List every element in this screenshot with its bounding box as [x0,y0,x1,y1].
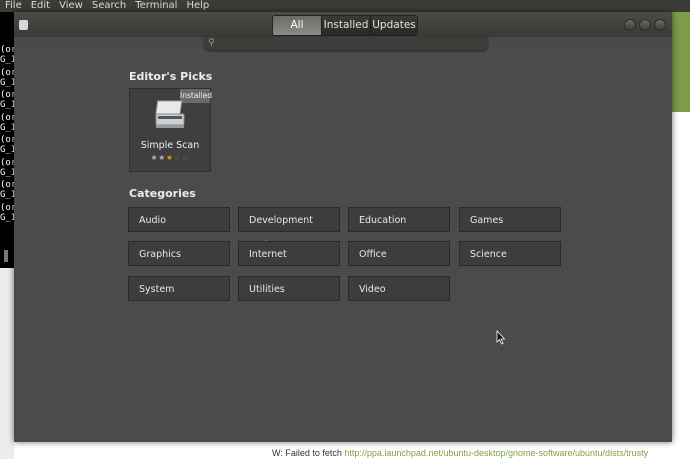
category-office[interactable]: Office [348,241,450,266]
category-games[interactable]: Games [459,207,561,232]
categories-heading: Categories [129,187,196,200]
empty-star-icon: ☆ [173,153,182,162]
category-science[interactable]: Science [459,241,561,266]
menu-view[interactable]: View [59,0,83,11]
maximize-button[interactable] [639,19,651,31]
menu-edit[interactable]: Edit [31,0,50,11]
titlebar[interactable]: All Installed Updates [14,12,672,37]
category-utilities[interactable]: Utilities [238,276,340,301]
app-name: Simple Scan [140,140,200,151]
mouse-cursor-icon [496,330,506,345]
app-icon [19,20,28,30]
app-tile-simple-scan[interactable]: Installed Simple Scan ★★★☆☆ [129,88,212,172]
editors-picks-heading: Editor's Picks [129,70,213,83]
search-bar[interactable]: ⚲ [204,37,488,50]
star-icon: ★ [158,153,167,162]
menu-file[interactable]: File [5,0,22,11]
menu-terminal[interactable]: Terminal [135,0,177,11]
menu-help[interactable]: Help [186,0,209,11]
menu-search[interactable]: Search [92,0,126,11]
tab-all[interactable]: All [273,16,321,35]
empty-star-icon: ☆ [181,153,190,162]
close-button[interactable] [654,19,666,31]
category-system[interactable]: System [128,276,230,301]
category-graphics[interactable]: Graphics [128,241,230,266]
category-internet[interactable]: Internet [238,241,340,266]
window-controls [624,19,666,31]
scanner-icon [155,100,185,128]
terminal-menubar: File Edit View Search Terminal Help [0,0,690,12]
terminal-scrollbar[interactable] [4,250,8,262]
error-link[interactable]: http://ppa.launchpad.net/ubuntu-desktop/… [344,448,648,458]
category-audio[interactable]: Audio [128,207,230,232]
half-star-icon: ★ [166,153,174,162]
error-message: W: Failed to fetch http://ppa.launchpad.… [272,448,648,458]
category-development-tools[interactable]: Development Tools [238,207,340,251]
minimize-button[interactable] [624,19,636,31]
rating-stars: ★★★☆☆ [130,153,210,162]
category-education[interactable]: Education [348,207,450,232]
main-content: Editor's Picks Installed Simple Scan ★★★… [14,50,672,442]
category-video[interactable]: Video [348,276,450,301]
software-center-window: All Installed Updates Editor's Picks Ins… [14,12,672,442]
error-prefix: W: Failed to fetch [272,448,345,458]
tab-installed[interactable]: Installed [321,16,370,35]
view-switcher: All Installed Updates [272,15,418,36]
search-icon: ⚲ [208,38,215,48]
tab-updates[interactable]: Updates [370,16,417,35]
